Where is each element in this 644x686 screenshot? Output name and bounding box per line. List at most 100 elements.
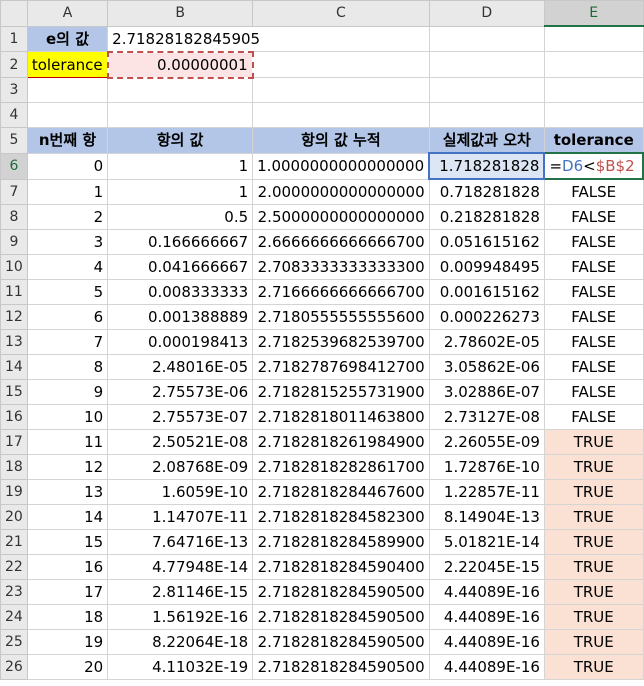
cell-d4[interactable] <box>428 102 545 128</box>
cell-error[interactable]: 3.05862E-06 <box>428 354 545 380</box>
row-header[interactable]: 26 <box>0 654 28 680</box>
cell-cumulative[interactable]: 2.5000000000000000 <box>252 204 430 230</box>
row-header[interactable]: 11 <box>0 279 28 305</box>
cell-n[interactable]: 9 <box>26 379 109 405</box>
cell-tolerance[interactable]: TRUE <box>543 654 644 680</box>
cell-cumulative[interactable]: 2.7182815255731900 <box>252 379 430 405</box>
row-header[interactable]: 12 <box>0 304 28 330</box>
column-header-e[interactable]: E <box>543 0 644 27</box>
column-header-d[interactable]: D <box>428 0 545 27</box>
cell-cumulative[interactable]: 2.7182787698412700 <box>252 354 430 380</box>
row-header[interactable]: 18 <box>0 454 28 480</box>
cell-n[interactable]: 1 <box>26 178 109 205</box>
cell-cumulative[interactable]: 2.7166666666666700 <box>252 279 430 305</box>
cell-cumulative[interactable]: 2.7182818284589900 <box>252 529 430 555</box>
cell-term[interactable]: 1 <box>107 178 254 205</box>
cell-b2[interactable]: 0.00000001 <box>106 50 254 79</box>
cell-tolerance[interactable]: TRUE <box>543 579 644 605</box>
cell-error[interactable]: 0.009948495 <box>428 254 545 280</box>
cell-d2[interactable] <box>428 51 545 78</box>
cell-a1[interactable]: e의 값 <box>26 25 109 52</box>
header-n[interactable]: n번째 항 <box>26 127 109 154</box>
cell-error[interactable]: 2.22045E-15 <box>428 554 545 580</box>
header-term[interactable]: 항의 값 <box>107 127 254 154</box>
cell-c3[interactable] <box>252 77 430 103</box>
cell-term[interactable]: 8.22064E-18 <box>107 629 254 655</box>
cell-tolerance[interactable]: FALSE <box>543 229 644 255</box>
cell-cumulative[interactable]: 1.0000000000000000 <box>252 152 430 180</box>
cell-term[interactable]: 0.001388889 <box>107 304 254 330</box>
cell-tolerance[interactable]: TRUE <box>543 554 644 580</box>
cell-term[interactable]: 0.008333333 <box>107 279 254 305</box>
header-tolerance[interactable]: tolerance <box>543 127 644 154</box>
cell-tolerance[interactable]: TRUE <box>543 504 644 530</box>
cell-term[interactable]: 2.50521E-08 <box>107 429 254 455</box>
cell-cumulative[interactable]: 2.7182818284590500 <box>252 579 430 605</box>
cell-term[interactable]: 2.75573E-06 <box>107 379 254 405</box>
cell-tolerance[interactable]: TRUE <box>543 604 644 630</box>
row-header[interactable]: 16 <box>0 404 28 430</box>
select-all-corner[interactable] <box>0 0 28 27</box>
row-header[interactable]: 22 <box>0 554 28 580</box>
cell-term[interactable]: 2.81146E-15 <box>107 579 254 605</box>
cell-n[interactable]: 8 <box>26 354 109 380</box>
cell-term[interactable]: 1.56192E-16 <box>107 604 254 630</box>
cell-error[interactable]: 0.051615162 <box>428 229 545 255</box>
cell-error[interactable]: 8.14904E-13 <box>428 504 545 530</box>
cell-cumulative[interactable]: 2.7182818284582300 <box>252 504 430 530</box>
cell-n[interactable]: 13 <box>26 479 109 505</box>
cell-term[interactable]: 2.75573E-07 <box>107 404 254 430</box>
cell-term[interactable]: 1.6059E-10 <box>107 479 254 505</box>
row-header[interactable]: 2 <box>0 51 28 78</box>
cell-error[interactable]: 2.78602E-05 <box>428 329 545 355</box>
cell-tolerance[interactable]: FALSE <box>543 329 644 355</box>
column-header-b[interactable]: B <box>107 0 254 27</box>
cell-n[interactable]: 3 <box>26 229 109 255</box>
cell-n[interactable]: 20 <box>26 654 109 680</box>
cell-cumulative[interactable]: 2.7083333333333300 <box>252 254 430 280</box>
row-header[interactable]: 24 <box>0 604 28 630</box>
cell-c4[interactable] <box>252 102 430 128</box>
cell-cumulative[interactable]: 2.7182818284590400 <box>252 554 430 580</box>
row-header[interactable]: 17 <box>0 429 28 455</box>
cell-tolerance[interactable]: TRUE <box>543 429 644 455</box>
cell-tolerance[interactable]: FALSE <box>543 254 644 280</box>
cell-b1[interactable]: 2.71828182845905 <box>107 25 430 52</box>
cell-cumulative[interactable]: 2.7182818011463800 <box>252 404 430 430</box>
cell-e3[interactable] <box>543 77 644 103</box>
cell-tolerance[interactable]: TRUE <box>543 454 644 480</box>
row-header[interactable]: 8 <box>0 204 28 230</box>
cell-term[interactable]: 0.5 <box>107 204 254 230</box>
row-header[interactable]: 4 <box>0 102 28 128</box>
cell-error[interactable]: 1.72876E-10 <box>428 454 545 480</box>
row-header[interactable]: 7 <box>0 178 28 205</box>
cell-cumulative[interactable]: 2.7182818284467600 <box>252 479 430 505</box>
cell-n[interactable]: 0 <box>26 152 109 180</box>
cell-error[interactable]: 0.218281828 <box>428 204 545 230</box>
cell-cumulative[interactable]: 2.7182818284590500 <box>252 604 430 630</box>
row-header[interactable]: 25 <box>0 629 28 655</box>
row-header[interactable]: 3 <box>0 77 28 103</box>
cell-error[interactable]: 5.01821E-14 <box>428 529 545 555</box>
cell-tolerance[interactable]: TRUE <box>543 529 644 555</box>
header-cumulative[interactable]: 항의 값 누적 <box>252 127 430 154</box>
cell-tolerance[interactable]: FALSE <box>543 354 644 380</box>
cell-cumulative[interactable]: 2.7180555555555600 <box>252 304 430 330</box>
cell-b4[interactable] <box>107 102 254 128</box>
cell-term[interactable]: 1.14707E-11 <box>107 504 254 530</box>
cell-e2[interactable] <box>543 51 644 78</box>
row-header[interactable]: 5 <box>0 127 28 154</box>
cell-error[interactable]: 4.44089E-16 <box>428 654 545 680</box>
row-header[interactable]: 15 <box>0 379 28 405</box>
cell-error[interactable]: 1.718281828 <box>428 152 546 180</box>
cell-error[interactable]: 3.02886E-07 <box>428 379 545 405</box>
cell-cumulative[interactable]: 2.6666666666666700 <box>252 229 430 255</box>
cell-error[interactable]: 4.44089E-16 <box>428 579 545 605</box>
cell-n[interactable]: 12 <box>26 454 109 480</box>
cell-n[interactable]: 19 <box>26 629 109 655</box>
cell-c2[interactable] <box>252 51 430 78</box>
cell-cumulative[interactable]: 2.7182818284590500 <box>252 654 430 680</box>
formula-cell-e6[interactable]: =D6<$B$2 <box>543 152 644 180</box>
cell-tolerance[interactable]: FALSE <box>543 178 644 205</box>
cell-term[interactable]: 4.11032E-19 <box>107 654 254 680</box>
